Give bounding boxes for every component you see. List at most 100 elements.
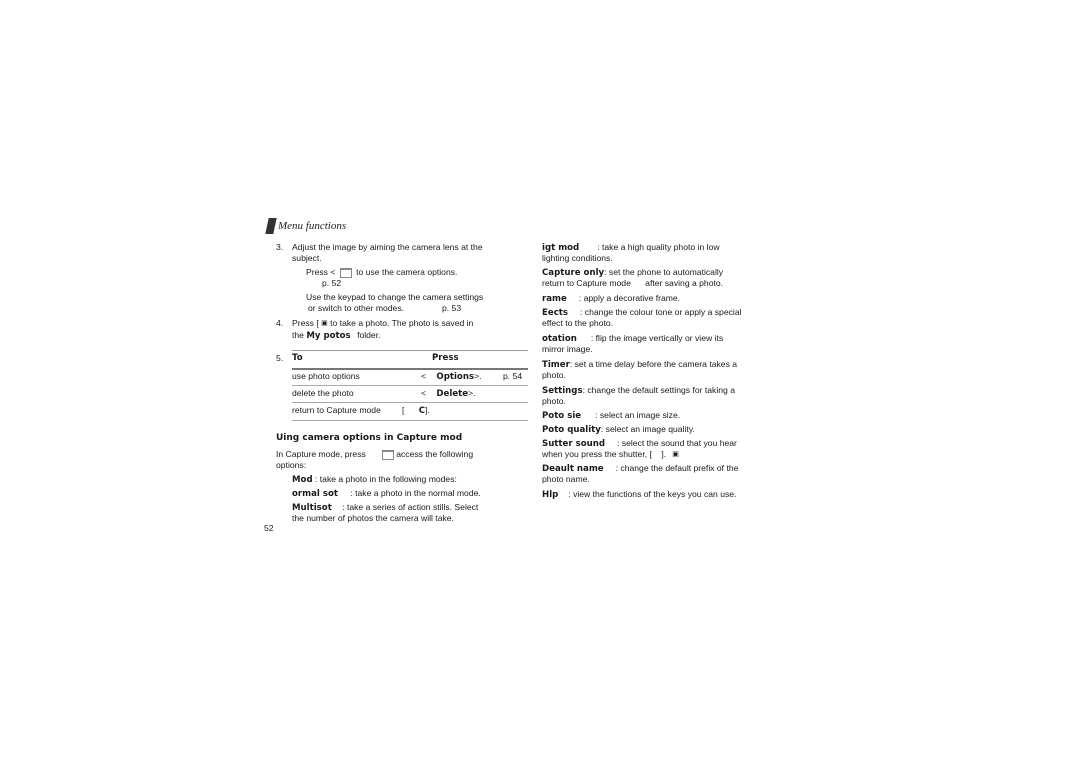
press-suffix: >. xyxy=(468,388,476,398)
option-desc: : change the colour tone or apply a spec… xyxy=(580,307,742,317)
option-desc-continued: photo name. xyxy=(542,474,590,485)
option-term: Eects xyxy=(542,308,569,318)
option-term: Sutter sound xyxy=(542,439,605,449)
option-mode: Mod : take a photo in the following mode… xyxy=(292,474,457,486)
option-term: Hlp xyxy=(542,490,559,500)
table-row-rule xyxy=(292,385,528,386)
option-term: Timer xyxy=(542,360,570,370)
options-key-label: Options xyxy=(436,372,475,382)
table-top-rule xyxy=(292,350,528,351)
option-item: Settings: change the default settings fo… xyxy=(542,385,735,397)
option-term: otation xyxy=(542,334,577,344)
option-desc: : take a photo in the following modes: xyxy=(315,474,457,484)
table-row-3-press: [ C]. xyxy=(402,405,430,417)
press-suffix: >. xyxy=(474,371,482,381)
option-item: Hlp : view the functions of the keys you … xyxy=(542,489,736,501)
option-term: Poto sie xyxy=(542,411,582,421)
option-desc-continued: photo. xyxy=(542,396,566,407)
section-intro-a: In Capture mode, press xyxy=(276,449,366,459)
options-softkey-icon xyxy=(382,449,395,460)
option-desc: : take a high quality photo in low xyxy=(597,242,720,252)
option-desc: : flip the image vertically or view its xyxy=(590,333,724,343)
step-3-sub1-b: to use the camera options. xyxy=(356,267,458,277)
option-term: Multisot xyxy=(292,503,332,513)
option-desc: : change the default settings for taking… xyxy=(582,385,735,395)
option-desc: : select an image quality. xyxy=(600,424,695,434)
option-desc2: return to Capture mode after saving a ph… xyxy=(542,278,724,288)
my-photos-folder: My potos xyxy=(306,331,351,341)
option-item: Poto sie: select an image size. xyxy=(542,410,680,422)
options-softkey-icon xyxy=(339,267,352,278)
table-row-1-to: use photo options xyxy=(292,371,360,381)
step-4-line1-b: to take a photo. The photo is saved in xyxy=(330,318,474,328)
press-suffix: ]. xyxy=(425,405,430,415)
option-desc2: when you press the shutter, [ ]. xyxy=(542,449,667,459)
option-multishot-desc2: the number of photos the camera will tak… xyxy=(292,513,454,523)
option-item: Timer: set a time delay before the camer… xyxy=(542,359,737,371)
option-desc2: effect to the photo. xyxy=(542,318,614,328)
option-item: rame : apply a decorative frame. xyxy=(542,293,680,305)
option-desc: : set a time delay before the camera tak… xyxy=(569,359,738,369)
option-desc2: mirror image. xyxy=(542,344,593,354)
option-item: Poto quality: select an image quality. xyxy=(542,424,695,436)
step-3-sub1-a: Press < xyxy=(306,267,336,277)
section-intro: In Capture mode, press access the follow… xyxy=(276,449,473,460)
step-3-sub2-line2: or switch to other modes. xyxy=(308,303,405,313)
camera-key-icon: ▣ xyxy=(672,451,679,459)
table-row-2-press: < Delete>. xyxy=(421,388,476,400)
option-desc-continued: mirror image. xyxy=(542,344,593,355)
step-4-num: 4. xyxy=(276,318,284,328)
table-header-press: Press xyxy=(432,353,459,363)
section-intro-b: access the following xyxy=(396,449,474,459)
table-row-3-to: return to Capture mode xyxy=(292,405,381,415)
option-desc2: lighting conditions. xyxy=(542,253,613,263)
step-3-sub1-ref: p. 52 xyxy=(322,278,342,288)
step-3-sub2-line1: Use the keypad to change the camera sett… xyxy=(306,292,484,302)
option-desc: : apply a decorative frame. xyxy=(578,293,681,303)
section-intro-c: options: xyxy=(276,460,307,470)
step-4-line1-a: Press [ xyxy=(292,318,319,328)
step-4-line2: the My potos folder. xyxy=(292,330,381,342)
delete-key-label: Delete xyxy=(436,389,469,399)
table-row-2-to: delete the photo xyxy=(292,388,354,398)
step-4-line2-a: the xyxy=(292,330,304,340)
option-desc-continued: return to Capture mode after saving a ph… xyxy=(542,278,723,289)
step-3-sub2-ref: p. 53 xyxy=(442,303,462,313)
table-row-rule xyxy=(292,402,528,403)
table-bottom-rule xyxy=(292,420,528,421)
table-row-1-ref: p. 54 xyxy=(503,371,523,381)
option-desc: : set the phone to automatically xyxy=(604,267,724,277)
option-desc-continued: when you press the shutter, [ ]. ▣ xyxy=(542,449,679,460)
header-bar-icon xyxy=(265,218,277,234)
option-term: Settings xyxy=(542,386,583,396)
header-title: Menu functions xyxy=(278,220,347,232)
option-desc-continued: effect to the photo. xyxy=(542,318,613,329)
step-3-num: 3. xyxy=(276,242,284,252)
option-desc2: photo. xyxy=(542,396,566,406)
option-term: rame xyxy=(542,294,567,304)
option-term: igt mod xyxy=(542,243,580,253)
step-3-sub1: Press < to use the camera options. xyxy=(306,267,457,278)
option-normal-shot: ormal sot : take a photo in the normal m… xyxy=(292,488,481,500)
camera-key-icon: ▣ xyxy=(321,320,328,328)
page-number: 52 xyxy=(264,523,274,533)
option-term: Poto quality xyxy=(542,425,601,435)
press-prefix: [ xyxy=(402,405,405,415)
press-prefix: < xyxy=(421,371,427,381)
press-prefix: < xyxy=(421,388,427,398)
option-desc: : take a photo in the normal mode. xyxy=(350,488,481,498)
section-header: Menu functions xyxy=(265,218,347,234)
step-5-num: 5. xyxy=(276,353,284,363)
option-term: ormal sot xyxy=(292,489,338,499)
step-3-line2: subject. xyxy=(292,253,322,263)
table-header-to: To xyxy=(292,353,303,363)
option-desc: : view the functions of the keys you can… xyxy=(568,489,737,499)
option-term: Deault name xyxy=(542,464,604,474)
option-desc-continued: photo. xyxy=(542,370,566,381)
option-desc2: photo. xyxy=(542,370,566,380)
table-header-rule xyxy=(292,368,528,370)
table-row-1-press: < Options>. xyxy=(421,371,481,383)
section-title: Uing camera options in Capture mod xyxy=(276,433,463,443)
option-desc: : change the default prefix of the xyxy=(615,463,739,473)
option-desc-continued: lighting conditions. xyxy=(542,253,613,264)
